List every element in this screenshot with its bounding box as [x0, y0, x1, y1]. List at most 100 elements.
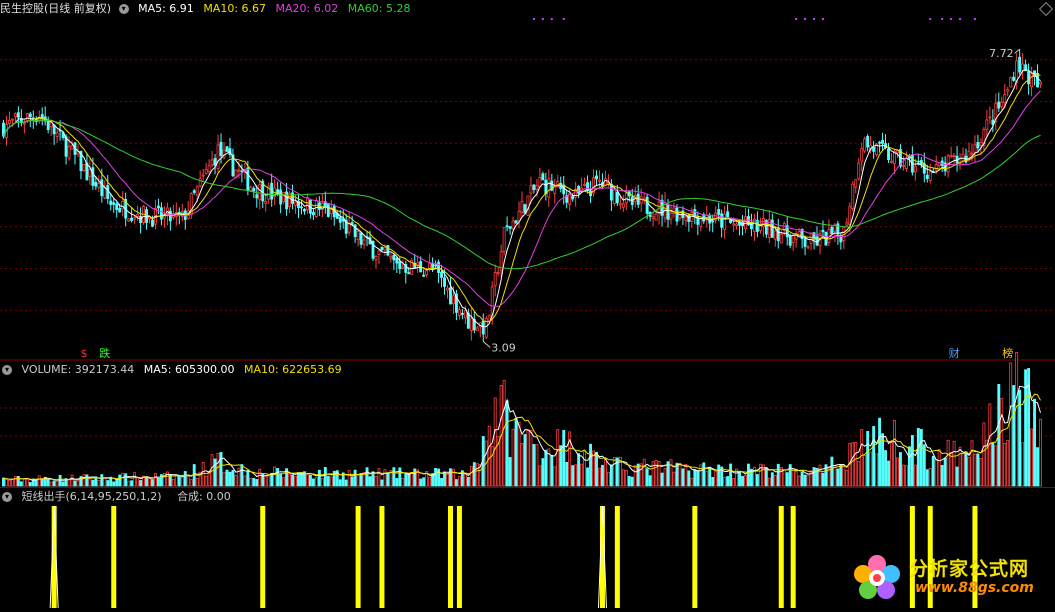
candle-body — [213, 158, 217, 166]
volume-bar — [606, 471, 610, 487]
dropdown-arrow-icon[interactable]: ▾ — [118, 4, 129, 14]
candle-body — [469, 318, 473, 332]
volume-bar — [294, 475, 297, 487]
volume-bar — [681, 468, 685, 487]
candle-body — [94, 182, 98, 187]
volume-bar — [982, 422, 986, 487]
candle-body — [88, 168, 92, 177]
candle-body — [449, 287, 452, 305]
dropdown-arrow-icon[interactable]: ▾ — [2, 365, 12, 375]
candle-body — [443, 277, 446, 287]
volume-bar — [577, 453, 581, 487]
candle-body — [577, 185, 581, 194]
volume-bar — [16, 476, 20, 487]
candle-body — [258, 184, 262, 200]
volume-bar — [583, 451, 587, 487]
volume-ma10-label: MA10: 622653.69 — [243, 363, 342, 376]
candle-body — [407, 272, 411, 275]
candle-body — [979, 142, 983, 146]
candle-body — [240, 170, 244, 173]
volume-bar — [800, 471, 804, 487]
candle-body — [112, 202, 116, 205]
candle-body — [279, 189, 283, 205]
volume-bar — [621, 469, 625, 487]
volume-bar — [922, 444, 926, 487]
volume-bar — [246, 470, 250, 487]
volume-bar — [1006, 440, 1010, 487]
volume-bar — [34, 479, 38, 487]
candle-body — [645, 196, 649, 214]
volume-bar — [943, 457, 947, 487]
candle-body — [380, 246, 384, 251]
ma5-label: MA5: 6.91 — [138, 2, 194, 15]
volume-bar — [154, 473, 157, 487]
volume-bar — [469, 466, 473, 487]
volume-bar — [19, 481, 23, 487]
volume-bar — [189, 479, 193, 487]
volume-bar — [401, 477, 405, 487]
volume-bar — [380, 479, 384, 487]
volume-bar — [177, 475, 181, 487]
volume-bar — [776, 463, 780, 487]
volume-bar — [705, 470, 709, 487]
candle-body — [136, 213, 140, 217]
candle-body — [463, 309, 467, 319]
volume-bar — [642, 458, 646, 487]
volume-bar — [624, 470, 628, 487]
volume-bar — [151, 479, 154, 487]
volume-bar — [791, 468, 795, 487]
volume-bar — [174, 474, 178, 487]
volume-bar — [571, 465, 575, 487]
candle-body — [973, 144, 977, 153]
candle-body — [425, 270, 429, 276]
event-dot — [795, 18, 798, 20]
volume-bar — [919, 429, 923, 487]
volume-bar — [404, 473, 408, 487]
candle-body — [264, 201, 268, 204]
volume-bar — [183, 471, 187, 487]
volume-bar — [887, 460, 890, 487]
volume-bar — [195, 478, 199, 487]
candle-body — [791, 235, 795, 243]
candle-body — [222, 149, 226, 159]
volume-bar — [764, 467, 768, 487]
volume-bar — [806, 474, 810, 487]
volume-bar — [851, 442, 855, 487]
volume-bar — [687, 470, 691, 487]
candle-body — [571, 195, 575, 200]
candle-body — [300, 206, 303, 209]
candle-body — [890, 160, 893, 163]
volume-bar — [326, 475, 330, 487]
candle-body — [493, 272, 497, 287]
dropdown-arrow-icon[interactable]: ▾ — [2, 492, 12, 502]
candle-body — [16, 112, 20, 118]
volume-bar — [353, 469, 357, 487]
signal-bar — [447, 506, 453, 608]
volume-bar — [493, 397, 497, 487]
candle-body — [13, 113, 17, 118]
candle-body — [225, 146, 229, 152]
volume-bar — [97, 480, 101, 487]
volume-bar — [1039, 418, 1042, 487]
volume-bar — [648, 475, 652, 487]
stock-title[interactable]: 民生控股(日线 前复权) — [0, 2, 111, 15]
candle-body — [669, 212, 673, 220]
candle-body — [437, 261, 441, 273]
volume-bar — [136, 477, 140, 487]
volume-bar — [1036, 447, 1039, 487]
volume-bar — [553, 466, 557, 487]
candle-body — [595, 175, 598, 180]
candle-body — [511, 220, 515, 229]
volume-bar — [297, 472, 300, 487]
candle-body — [446, 287, 449, 291]
volume-bar — [603, 458, 607, 487]
candle-body — [866, 136, 870, 148]
volume-bar — [782, 469, 786, 487]
candle-body — [720, 213, 724, 228]
volume-bar — [267, 475, 271, 487]
candle-body — [97, 183, 101, 188]
volume-bar — [505, 400, 509, 487]
volume-bar — [252, 477, 256, 487]
signal-name-label: 短线出手(6,14,95,250,1,2) — [21, 490, 162, 503]
candle-body — [395, 257, 399, 264]
